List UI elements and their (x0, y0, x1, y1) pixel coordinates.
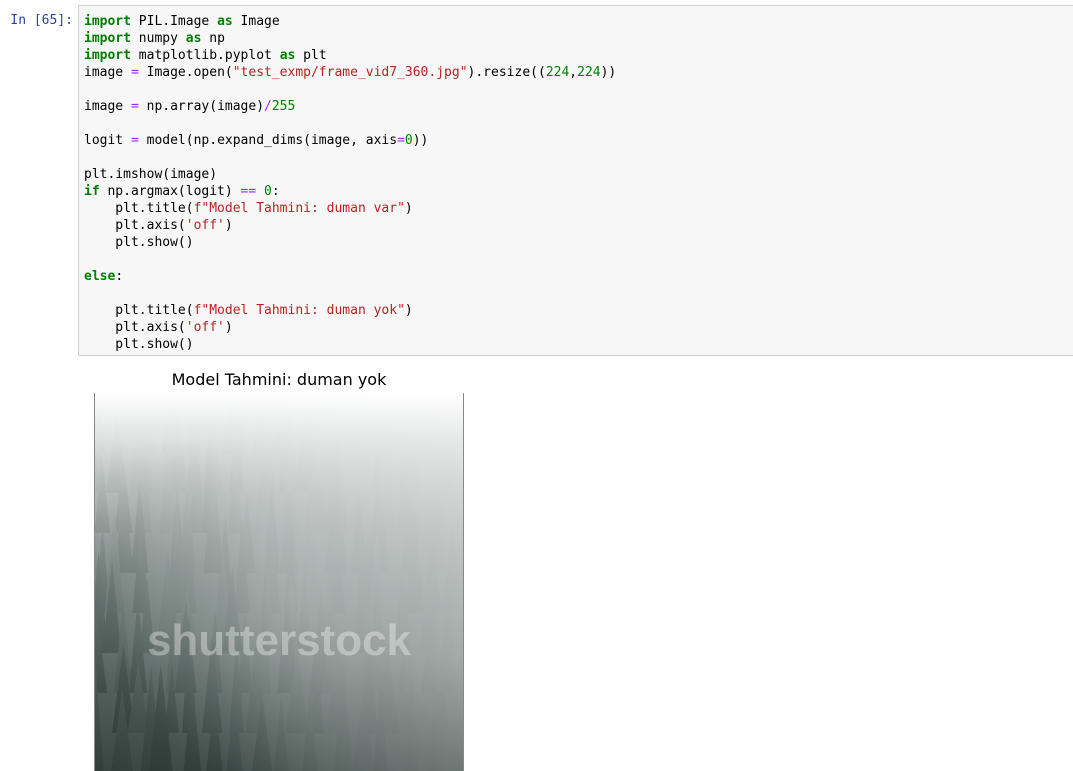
code-line: import numpy as np (84, 31, 225, 46)
code-line: plt.axis('off') (84, 218, 233, 233)
code-line: plt.title(f"Model Tahmini: duman var") (84, 201, 413, 216)
code-line: plt.imshow(image) (84, 167, 218, 182)
code-line: image = Image.open("test_exmp/frame_vid7… (84, 65, 617, 80)
watermark-text: shutterstock (147, 616, 412, 665)
code-line: import PIL.Image as Image (84, 14, 280, 29)
code-line: plt.axis('off') (84, 320, 233, 335)
code-line: plt.show() (84, 235, 194, 250)
code-editor[interactable]: import PIL.Image as Image import numpy as… (79, 6, 1073, 353)
code-line: logit = model(np.expand_dims(image, axis… (84, 133, 429, 148)
cell-prompt: In [65]: (10, 13, 73, 28)
code-line: plt.show() (84, 337, 194, 352)
code-line: if np.argmax(logit) == 0: (84, 184, 280, 199)
foggy-forest-image: shutterstock (94, 393, 464, 771)
code-cell-input[interactable]: import PIL.Image as Image import numpy as… (78, 5, 1073, 356)
code-line: plt.title(f"Model Tahmini: duman yok") (84, 303, 413, 318)
output-image: shutterstock (94, 393, 464, 771)
code-line: else: (84, 269, 124, 284)
code-line: image = np.array(image)/255 (84, 99, 296, 114)
plot-title: Model Tahmini: duman yok (171, 370, 387, 389)
code-line: import matplotlib.pyplot as plt (84, 48, 327, 63)
